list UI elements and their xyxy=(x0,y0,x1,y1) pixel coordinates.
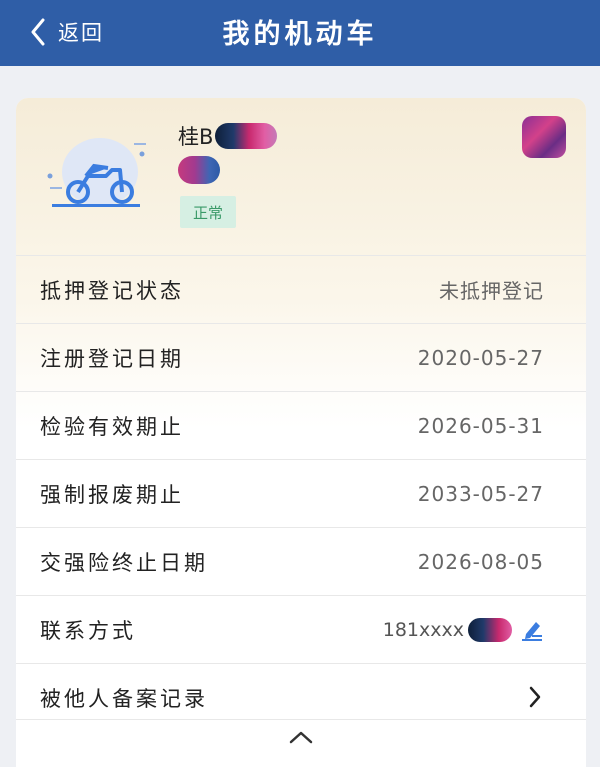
redacted-vehicle-type xyxy=(178,156,220,184)
contact-value: 181xxxx xyxy=(382,617,544,642)
row-inspection-expiry: 检验有效期止 2026-05-31 xyxy=(16,391,586,459)
row-label: 交强险终止日期 xyxy=(40,550,208,575)
row-registration-date: 注册登记日期 2020-05-27 xyxy=(16,323,586,391)
top-bar: 返回 我的机动车 xyxy=(0,0,600,66)
redacted-plate xyxy=(215,123,278,149)
row-value: 2033-05-27 xyxy=(417,481,544,506)
row-value: 2020-05-27 xyxy=(417,345,544,370)
row-contact[interactable]: 联系方式 181xxxx xyxy=(16,595,586,663)
status-badge: 正常 xyxy=(180,196,236,228)
row-insurance-end: 交强险终止日期 2026-08-05 xyxy=(16,527,586,595)
row-mortgage-status: 抵押登记状态 未抵押登记 xyxy=(16,255,586,323)
vehicle-card: 桂B 正常 抵押登记状态 未抵押登记 注册登记日期 2020-05-27 检验有… xyxy=(16,98,586,767)
plate-number: 桂B xyxy=(178,120,278,152)
plate-prefix: 桂B xyxy=(178,125,214,149)
phone-number: 181xxxx xyxy=(382,618,464,641)
redacted-corner xyxy=(522,116,566,158)
redacted-phone xyxy=(468,617,512,642)
row-label: 联系方式 xyxy=(40,618,136,643)
edit-icon[interactable] xyxy=(520,618,544,642)
chevron-right-icon xyxy=(529,686,541,708)
collapse-button[interactable] xyxy=(16,719,586,767)
row-value: 2026-08-05 xyxy=(417,549,544,574)
row-value: 未抵押登记 xyxy=(439,279,544,303)
row-label: 被他人备案记录 xyxy=(40,686,208,711)
motorcycle-icon xyxy=(47,138,146,207)
detail-list: 抵押登记状态 未抵押登记 注册登记日期 2020-05-27 检验有效期止 20… xyxy=(16,255,586,731)
row-label: 检验有效期止 xyxy=(40,414,184,439)
row-label: 强制报废期止 xyxy=(40,482,184,507)
row-label: 抵押登记状态 xyxy=(40,278,184,303)
row-label: 注册登记日期 xyxy=(40,346,184,371)
page-title: 我的机动车 xyxy=(222,19,378,50)
row-scrap-date: 强制报废期止 2033-05-27 xyxy=(16,459,586,527)
row-value: 2026-05-31 xyxy=(417,413,544,438)
chevron-up-icon xyxy=(289,731,313,744)
